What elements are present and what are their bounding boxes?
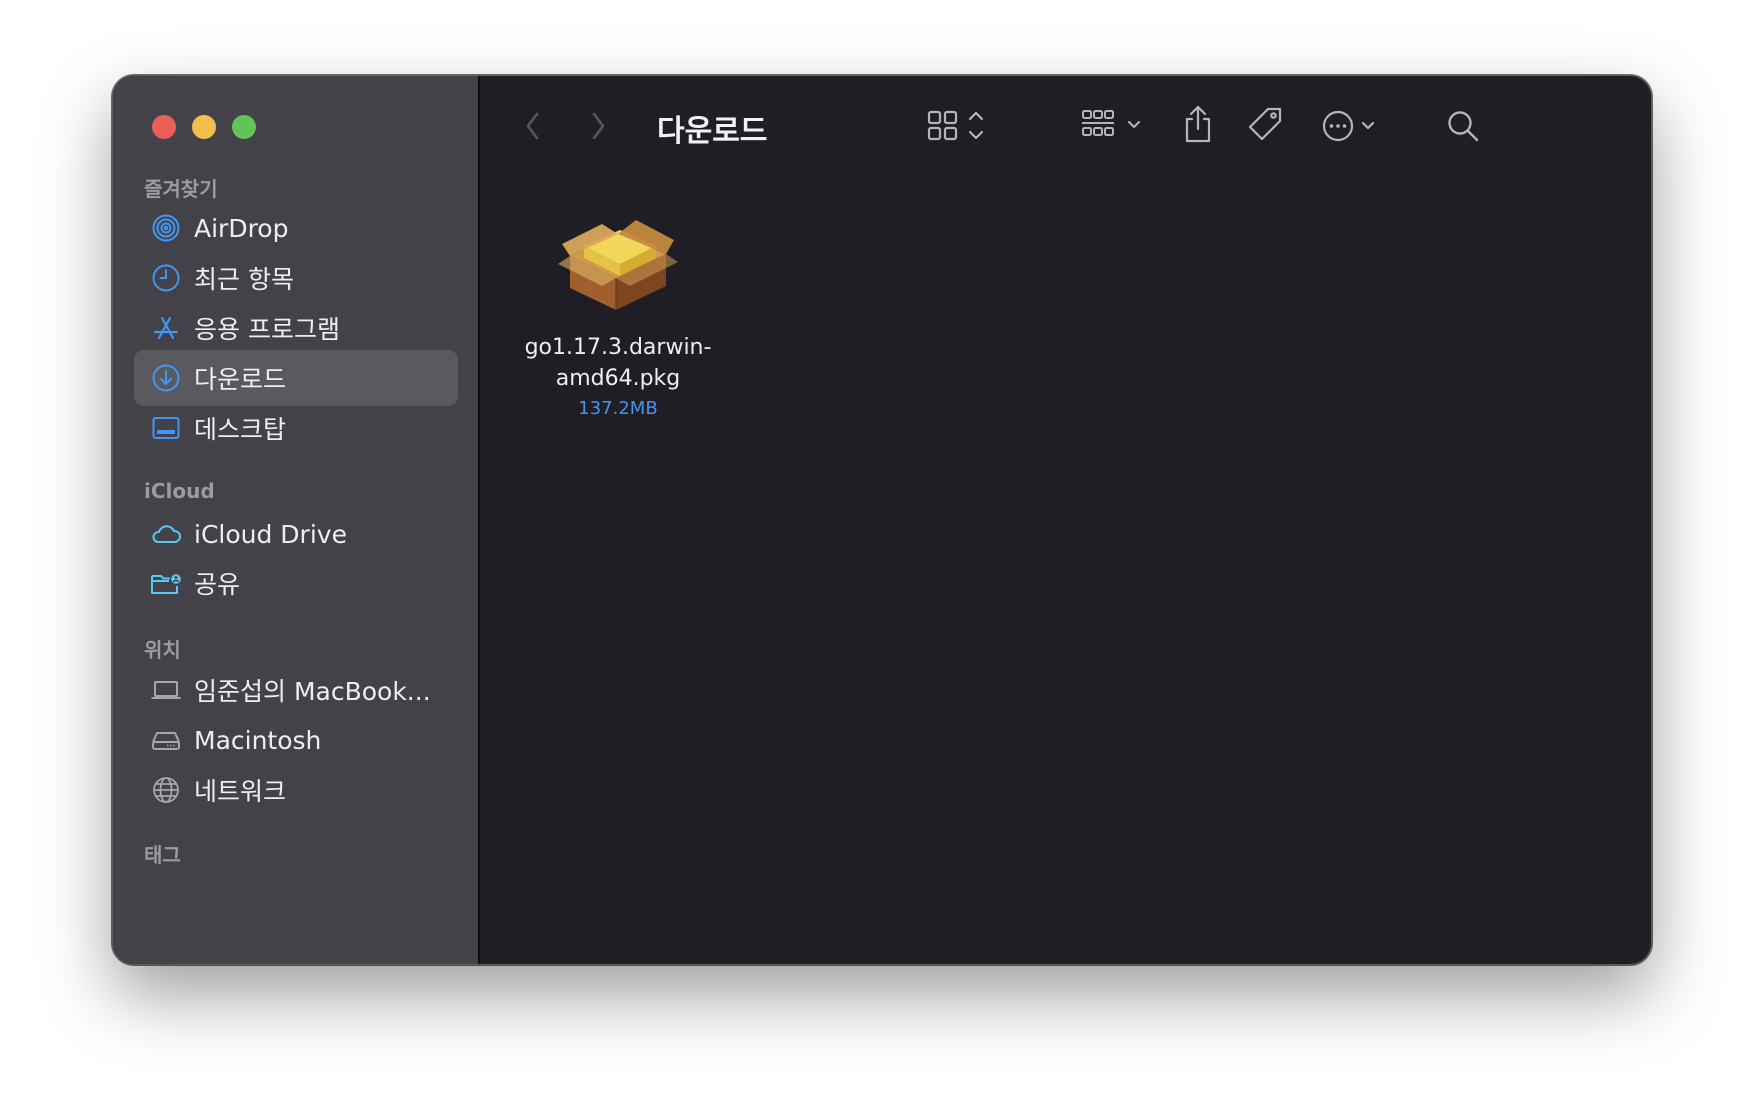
sidebar-item-label: 응용 프로그램 bbox=[194, 315, 340, 344]
sidebar-section-locations: 위치 bbox=[144, 638, 181, 662]
close-button[interactable] bbox=[152, 115, 176, 139]
ellipsis-circle-icon bbox=[1322, 110, 1375, 142]
globe-icon bbox=[150, 774, 182, 806]
sidebar-item-label: 공유 bbox=[194, 570, 241, 599]
sidebar-item-downloads[interactable]: 다운로드 bbox=[134, 350, 458, 406]
airdrop-icon bbox=[150, 212, 182, 244]
sidebar-item-label: 임준섭의 MacBook... bbox=[194, 677, 431, 706]
cloud-icon bbox=[150, 518, 182, 550]
chevron-right-icon bbox=[592, 112, 605, 140]
sidebar-section-favorites: 즐겨찾기 bbox=[144, 177, 218, 201]
sidebar-item-network[interactable]: 네트워크 bbox=[134, 762, 458, 818]
back-button[interactable] bbox=[515, 106, 551, 146]
laptop-icon bbox=[150, 674, 182, 706]
sidebar: 즐겨찾기 AirDrop 최근 항목 응용 프로그램 다운로드 데스크탑 iCl… bbox=[113, 76, 480, 964]
sidebar-item-applications[interactable]: 응용 프로그램 bbox=[134, 300, 458, 356]
file-size: 137.2MB bbox=[578, 398, 658, 419]
share-icon bbox=[1185, 105, 1211, 143]
sidebar-item-label: 최근 항목 bbox=[194, 265, 294, 294]
sidebar-item-label: Macintosh bbox=[194, 725, 322, 755]
minimize-button[interactable] bbox=[192, 115, 216, 139]
forward-button[interactable] bbox=[580, 106, 616, 146]
chevron-left-icon bbox=[526, 112, 539, 140]
sidebar-item-shared[interactable]: 공유 bbox=[134, 555, 458, 611]
shared-folder-icon bbox=[150, 567, 182, 599]
sidebar-item-icloud-drive[interactable]: iCloud Drive bbox=[134, 506, 458, 562]
share-button[interactable] bbox=[1173, 98, 1223, 152]
view-mode-button[interactable] bbox=[923, 101, 1003, 151]
group-icon bbox=[1082, 110, 1140, 136]
download-icon bbox=[150, 362, 182, 394]
more-actions-button[interactable] bbox=[1318, 101, 1388, 151]
tag-button[interactable] bbox=[1241, 100, 1291, 150]
clock-icon bbox=[150, 262, 182, 294]
sidebar-item-desktop[interactable]: 데스크탑 bbox=[134, 400, 458, 456]
tag-icon bbox=[1248, 107, 1282, 141]
sidebar-section-icloud: iCloud bbox=[144, 479, 215, 503]
package-icon bbox=[558, 220, 678, 310]
applications-icon bbox=[150, 312, 182, 344]
desktop-icon bbox=[150, 412, 182, 444]
sidebar-item-label: 다운로드 bbox=[194, 365, 287, 394]
sidebar-item-macbook[interactable]: 임준섭의 MacBook... bbox=[134, 662, 458, 718]
sidebar-item-label: 네트워크 bbox=[194, 777, 287, 806]
window-title: 다운로드 bbox=[657, 114, 768, 149]
group-by-button[interactable] bbox=[1078, 101, 1158, 151]
sidebar-section-tags: 태그 bbox=[144, 843, 181, 867]
icon-view-icon bbox=[927, 110, 984, 141]
zoom-button[interactable] bbox=[232, 115, 256, 139]
sidebar-item-label: 데스크탑 bbox=[194, 415, 287, 444]
search-button[interactable] bbox=[1438, 101, 1488, 151]
file-name-line-1: go1.17.3.darwin- bbox=[524, 335, 712, 360]
file-name-line-2: amd64.pkg bbox=[555, 366, 681, 391]
file-name: go1.17.3.darwin- amd64.pkg bbox=[518, 332, 718, 394]
sidebar-item-macintosh[interactable]: Macintosh bbox=[134, 712, 458, 768]
sidebar-item-recents[interactable]: 최근 항목 bbox=[134, 250, 458, 306]
file-item[interactable]: go1.17.3.darwin- amd64.pkg 137.2MB bbox=[518, 204, 718, 419]
finder-window: 즐겨찾기 AirDrop 최근 항목 응용 프로그램 다운로드 데스크탑 iCl… bbox=[112, 75, 1652, 965]
sidebar-item-label: AirDrop bbox=[194, 213, 289, 243]
hard-drive-icon bbox=[150, 724, 182, 756]
traffic-lights bbox=[152, 115, 256, 139]
search-icon bbox=[1448, 111, 1479, 142]
sidebar-item-label: iCloud Drive bbox=[194, 519, 347, 549]
sidebar-item-airdrop[interactable]: AirDrop bbox=[134, 200, 458, 256]
